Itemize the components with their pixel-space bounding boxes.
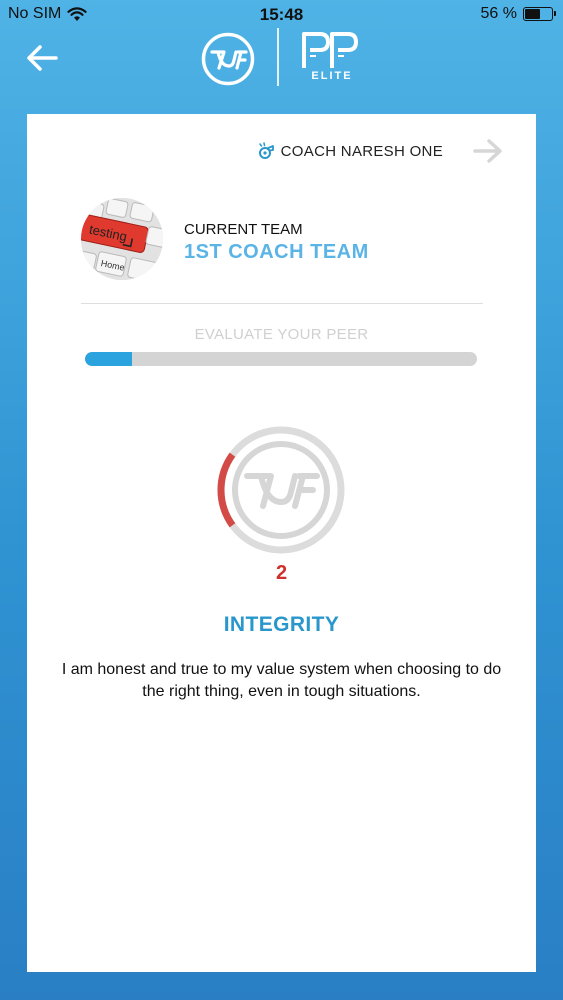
app-header: ELITE: [0, 28, 563, 88]
value-title: INTEGRITY: [223, 613, 340, 636]
evaluation-progress-fill: [85, 352, 133, 366]
battery-percent: 56 %: [480, 5, 517, 22]
arrow-right-icon: [473, 139, 502, 163]
current-team-label: CURRENT TEAM: [184, 221, 303, 238]
gauge-value-arc: [217, 452, 236, 528]
elite-label: ELITE: [311, 70, 353, 82]
back-button[interactable]: [22, 40, 62, 76]
value-description: I am honest and true to my value system …: [61, 661, 502, 700]
status-right: 56 %: [480, 5, 556, 23]
pp-mark: [302, 32, 358, 68]
gauge-track: [217, 426, 345, 554]
coach-row: COACH NARESH ONE: [257, 142, 443, 160]
pp-elite-logo: ELITE: [300, 30, 364, 86]
current-team-name: 1ST COACH TEAM: [184, 241, 369, 263]
status-time: 15:48: [259, 5, 304, 24]
section-divider: [81, 303, 483, 304]
battery-level: [525, 9, 540, 19]
rating-score: 2: [275, 562, 288, 584]
battery-icon: [523, 7, 556, 21]
arrow-left-icon: [27, 45, 58, 71]
evaluation-card: COACH NARESH ONE testing Home CURRENT TE…: [27, 114, 536, 972]
header-divider: [277, 28, 279, 86]
keyboard-testing-image: testing Home: [81, 198, 163, 280]
tsf-watermark-icon: [244, 473, 320, 509]
evaluate-peer-title: EVALUATE YOUR PEER: [194, 326, 369, 343]
whistle-icon: [258, 142, 274, 159]
team-avatar: testing Home: [81, 198, 163, 280]
status-bar: No SIM 15:48 56 %: [0, 0, 563, 28]
next-button[interactable]: [471, 136, 505, 166]
evaluation-progress-bar: [85, 352, 477, 366]
coach-name: COACH NARESH ONE: [280, 142, 443, 160]
rating-gauge[interactable]: [209, 426, 353, 554]
tsf-logo: [201, 32, 255, 86]
